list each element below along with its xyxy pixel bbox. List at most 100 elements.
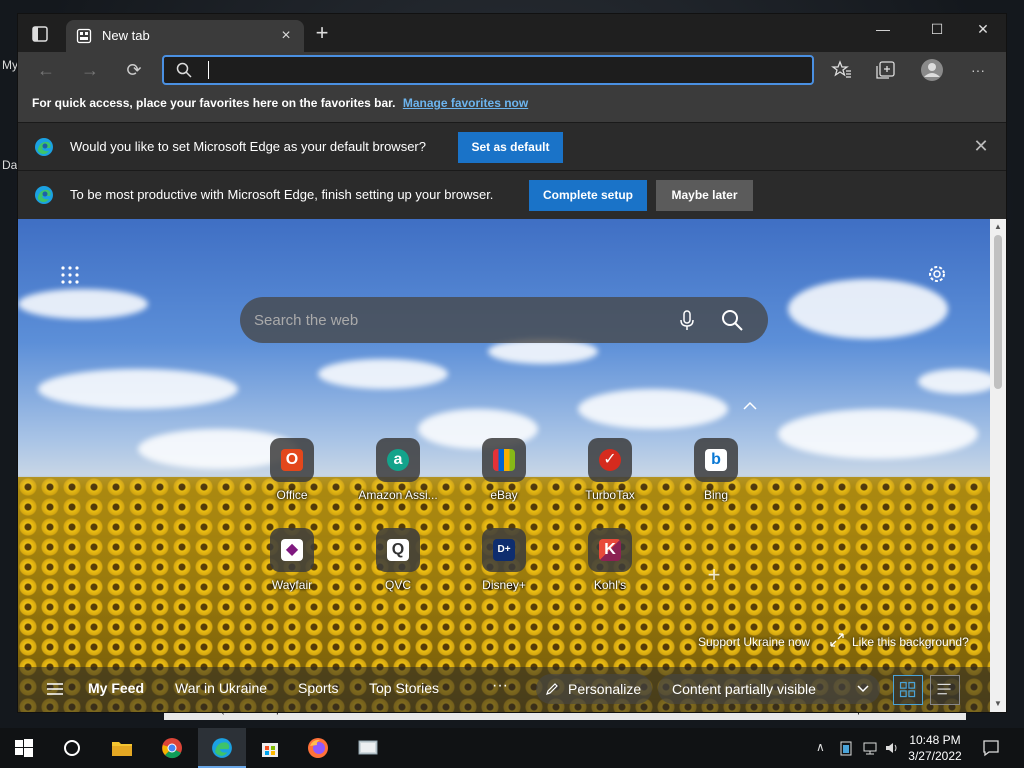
clock-date: 3/27/2022 (908, 749, 962, 763)
cortana-search-button[interactable] (48, 728, 96, 768)
cloud-decoration (788, 279, 948, 339)
search-icon[interactable] (720, 308, 744, 332)
microphone-icon[interactable] (676, 309, 698, 331)
address-input[interactable] (208, 61, 798, 79)
cortana-circle-icon (64, 740, 80, 756)
add-quick-link-button[interactable]: + (704, 564, 724, 586)
quick-link-wayfair[interactable]: ◆ Wayfair (252, 528, 332, 598)
refresh-button[interactable]: ⟳ (120, 56, 148, 84)
scroll-thumb[interactable] (994, 235, 1002, 389)
page-scrollbar[interactable]: ▲ ▼ (990, 219, 1006, 712)
taskbar-app[interactable] (344, 728, 392, 768)
taskbar-firefox[interactable] (294, 728, 342, 768)
infobar-close-icon[interactable]: ✕ (972, 137, 990, 155)
chevron-up-icon[interactable] (742, 399, 758, 411)
quick-link-qvc[interactable]: Q QVC (358, 528, 438, 598)
taskbar-clock[interactable]: 10:48 PM 3/27/2022 (896, 732, 974, 764)
infobar-message: To be most productive with Microsoft Edg… (70, 187, 494, 202)
chrome-icon (162, 738, 182, 759)
disney-plus-icon: D+ (482, 528, 526, 572)
desktop-icon-label[interactable]: My (2, 58, 18, 72)
back-button[interactable]: ← (32, 56, 60, 84)
amazon-assistant-icon: a (376, 438, 420, 482)
quick-link-ebay[interactable]: ▣ eBay (464, 438, 544, 508)
favorites-star-icon[interactable] (830, 58, 854, 82)
collections-icon[interactable] (874, 58, 898, 82)
quick-link-amazon-assistant[interactable]: a Amazon Assi... (358, 438, 438, 508)
taskbar-edge[interactable] (198, 728, 246, 768)
cloud-decoration (18, 289, 148, 319)
forward-button[interactable]: → (76, 56, 104, 84)
scroll-up-arrow[interactable]: ▲ (993, 222, 1003, 232)
quick-link-kohls[interactable]: K Kohl's (570, 528, 650, 598)
feed-tab-my-feed[interactable]: My Feed (88, 680, 144, 696)
tray-overflow-chevron[interactable]: ∧ (816, 740, 825, 754)
navigation-toolbar: ← → ⟳ ··· (18, 52, 1006, 88)
cloud-decoration (778, 409, 978, 459)
close-window-button[interactable]: ✕ (960, 14, 1006, 44)
desktop-icon-label[interactable]: Da (2, 158, 17, 172)
app-launcher-grid-icon[interactable] (60, 265, 80, 285)
support-ukraine-link[interactable]: Support Ukraine now (698, 635, 810, 649)
list-layout-button[interactable] (930, 675, 960, 705)
default-browser-infobar: Would you like to set Microsoft Edge as … (18, 122, 1006, 170)
taskbar-file-explorer[interactable] (98, 728, 146, 768)
tile-label: Kohl's (593, 578, 627, 592)
profile-avatar-icon[interactable] (920, 58, 944, 82)
cloud-decoration (918, 369, 990, 394)
manage-favorites-link[interactable]: Manage favorites now (403, 96, 528, 110)
firefox-icon (308, 738, 328, 758)
cloud-decoration (578, 389, 728, 429)
complete-setup-button[interactable]: Complete setup (529, 180, 647, 211)
favorites-bar-hint: For quick access, place your favorites h… (32, 96, 396, 110)
notifications-icon[interactable] (982, 739, 1000, 757)
maximize-button[interactable]: ☐ (914, 14, 960, 44)
settings-more-button[interactable]: ··· (964, 56, 992, 84)
feed-tab-top-stories[interactable]: Top Stories (369, 680, 439, 696)
tile-glyph: a (387, 449, 409, 471)
new-tab-button[interactable]: + (310, 22, 334, 46)
feed-more-button[interactable]: ··· (492, 677, 508, 695)
bing-icon: b (694, 438, 738, 482)
turbotax-icon: ✓ (588, 438, 632, 482)
web-search-box[interactable] (240, 297, 768, 343)
tab-close-button[interactable]: × (276, 26, 296, 46)
expand-arrows-icon (830, 633, 844, 647)
maybe-later-button[interactable]: Maybe later (656, 180, 753, 211)
content-visibility-value: Content partially visible (672, 681, 816, 697)
hamburger-menu-icon[interactable] (46, 681, 64, 697)
network-icon[interactable] (862, 740, 878, 756)
quick-link-turbotax[interactable]: ✓ TurboTax (570, 438, 650, 508)
quick-link-disney-plus[interactable]: D+ Disney+ (464, 528, 544, 598)
set-as-default-button[interactable]: Set as default (458, 132, 563, 163)
tab-actions-icon[interactable] (30, 24, 50, 44)
start-button[interactable] (0, 728, 48, 768)
tile-glyph: K (599, 539, 621, 561)
taskbar-chrome[interactable] (148, 728, 196, 768)
personalize-button[interactable]: Personalize (536, 674, 652, 704)
tile-label: QVC (384, 578, 411, 592)
address-bar[interactable] (162, 55, 814, 85)
grid-layout-button[interactable] (893, 675, 923, 705)
content-visibility-dropdown[interactable]: Content partially visible (658, 674, 880, 704)
minimize-button[interactable]: — (860, 14, 906, 44)
page-settings-gear-icon[interactable] (926, 263, 948, 285)
battery-icon[interactable] (840, 740, 852, 756)
taskbar-microsoft-store[interactable] (246, 728, 294, 768)
quick-link-bing[interactable]: b Bing (676, 438, 756, 508)
tile-glyph: Q (387, 539, 409, 561)
tile-label: Disney+ (482, 578, 526, 592)
tab-new-tab[interactable]: New tab × (66, 20, 304, 52)
grid-view-icon (899, 681, 916, 698)
tile-label: TurboTax (585, 488, 635, 502)
feed-tab-sports[interactable]: Sports (298, 680, 338, 696)
web-search-input[interactable] (254, 310, 634, 330)
tile-glyph: D+ (493, 539, 515, 561)
pencil-icon (546, 683, 558, 695)
edge-browser-window: New tab × + — ☐ ✕ ← → ⟳ ··· For quick ac… (18, 14, 1006, 712)
feed-tab-war-in-ukraine[interactable]: War in Ukraine (175, 680, 267, 696)
quick-link-office[interactable]: O Office (252, 438, 332, 508)
scroll-down-arrow[interactable]: ▼ (993, 699, 1003, 709)
like-background-link[interactable]: Like this background? (852, 635, 969, 649)
ebay-icon: ▣ (482, 438, 526, 482)
